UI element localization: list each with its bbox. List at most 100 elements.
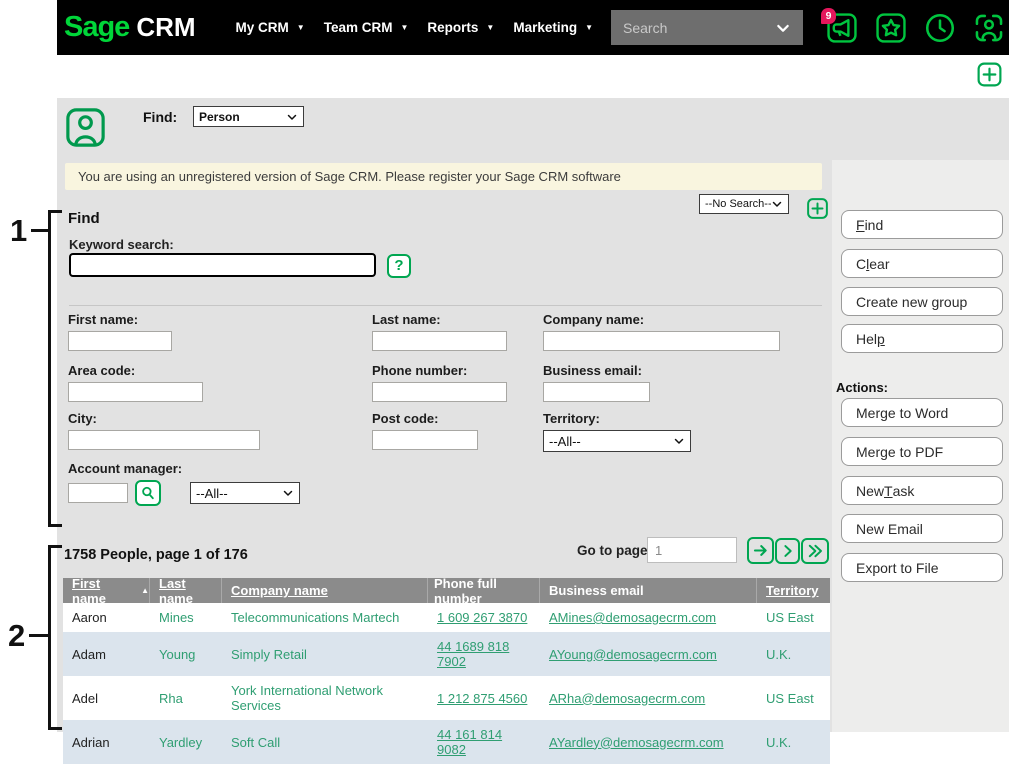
menu-label: Team CRM [324, 20, 393, 35]
column-header-territory[interactable]: Territory [757, 578, 830, 603]
logo-sage-text: Sage [64, 11, 129, 44]
cell-email-link[interactable]: AMines@demosagecrm.com [540, 603, 757, 632]
person-frame-icon[interactable] [972, 11, 1006, 45]
annotation-bracket-2-top [48, 545, 62, 548]
phone-number-field[interactable] [372, 382, 507, 402]
global-search-input[interactable]: Search [611, 10, 803, 45]
column-header-last-name[interactable]: Last name [150, 578, 222, 603]
search-icon[interactable] [135, 480, 161, 506]
find-button[interactable]: Find [841, 210, 1003, 239]
area-code-label: Area code: [68, 363, 203, 378]
sage-crm-logo[interactable]: Sage CRM [64, 11, 196, 44]
column-header-label: Company name [231, 583, 328, 598]
keyword-search-input[interactable] [69, 253, 376, 277]
cell-email-link[interactable]: ARha@demosagecrm.com [540, 684, 757, 713]
account-manager-label: Account manager: [68, 461, 300, 476]
merge-to-word-button[interactable]: Merge to Word [841, 398, 1003, 427]
warning-text: You are using an unregistered version of… [78, 169, 621, 184]
saved-search-select[interactable]: --No Search-- [699, 194, 789, 214]
table-row[interactable]: AdrianYardleySoft Call44 161 814 9082AYa… [63, 720, 830, 764]
annotation-bracket-2-bottom [48, 727, 62, 730]
export-to-file-button[interactable]: Export to File [841, 553, 1003, 582]
menu-my-crm[interactable]: My CRM▼ [236, 14, 305, 41]
help-icon[interactable]: ? [387, 254, 411, 278]
annotation-bracket-1 [48, 210, 51, 527]
menu-reports[interactable]: Reports▼ [427, 14, 494, 41]
table-row[interactable]: AaronMinesTelecommunications Martech1 60… [63, 603, 830, 632]
help-button[interactable]: Help [841, 324, 1003, 353]
main-menu: My CRM▼Team CRM▼Reports▼Marketing▼ [236, 14, 593, 41]
clear-button[interactable]: Clear [841, 249, 1003, 278]
chevron-down-icon [775, 20, 791, 36]
company-name-field[interactable] [543, 331, 780, 351]
column-header-label: Territory [766, 583, 819, 598]
account-manager-select[interactable]: --All-- [190, 482, 300, 504]
divider [69, 305, 822, 306]
cell-last-name: Mines [150, 603, 222, 632]
cell-first-name: Aaron [63, 603, 150, 632]
column-header-label: First name [72, 576, 136, 606]
merge-to-pdf-button[interactable]: Merge to PDF [841, 437, 1003, 466]
person-icon [63, 105, 108, 150]
star-icon[interactable] [874, 11, 908, 45]
chevron-down-icon [286, 111, 298, 123]
city-label: City: [68, 411, 260, 426]
account-manager-field[interactable] [68, 483, 128, 503]
cell-company-name: York International Network Services [222, 676, 428, 720]
results-summary: 1758 People, page 1 of 176 [64, 547, 248, 563]
caret-down-icon: ▼ [486, 24, 494, 32]
annotation-connector-2 [29, 634, 48, 637]
territory-value: --All-- [549, 434, 581, 449]
column-header-label: Phone full number [434, 576, 539, 606]
city-field[interactable] [68, 430, 260, 450]
territory-label: Territory: [543, 411, 691, 426]
caret-down-icon: ▼ [297, 24, 305, 32]
caret-down-icon: ▼ [400, 24, 408, 32]
table-row[interactable]: AdamYoungSimply Retail44 1689 818 7902AY… [63, 632, 830, 676]
post-code-field[interactable] [372, 430, 478, 450]
cell-phone-link[interactable]: 1 212 875 4560 [428, 684, 540, 713]
add-icon[interactable] [975, 60, 1004, 89]
territory-select[interactable]: --All-- [543, 430, 691, 452]
chevron-down-icon [673, 435, 685, 447]
new-task-button[interactable]: New Task [841, 476, 1003, 505]
column-header-company-name[interactable]: Company name [222, 578, 428, 603]
create-new-group-button[interactable]: Create new group [841, 287, 1003, 316]
goto-page-input[interactable] [647, 537, 737, 563]
business-email-field[interactable] [543, 382, 650, 402]
chevron-down-icon [771, 198, 783, 210]
add-saved-search-icon[interactable] [805, 196, 830, 221]
clock-icon[interactable] [923, 11, 957, 45]
last-name-field[interactable] [372, 331, 507, 351]
first-name-field[interactable] [68, 331, 172, 351]
annotation-marker-1: 1 [10, 215, 27, 246]
business-email-label: Business email: [543, 363, 650, 378]
menu-marketing[interactable]: Marketing▼ [513, 14, 593, 41]
first-name-label: First name: [68, 312, 172, 327]
next-page-icon[interactable] [775, 538, 800, 564]
column-header-business-email[interactable]: Business email [540, 578, 757, 603]
main-content-panel: You are using an unregistered version of… [57, 160, 832, 732]
caret-down-icon: ▼ [585, 24, 593, 32]
column-header-label: Business email [549, 583, 644, 598]
top-navigation-bar: Sage CRM My CRM▼Team CRM▼Reports▼Marketi… [57, 0, 1009, 55]
cell-phone-link[interactable]: 1 609 267 3870 [428, 603, 540, 632]
megaphone-icon[interactable]: 9 [825, 11, 859, 45]
cell-company-name: Telecommunications Martech [222, 603, 428, 632]
cell-phone-link[interactable]: 44 1689 818 7902 [428, 632, 540, 676]
company-name-label: Company name: [543, 312, 780, 327]
column-header-phone-full-number[interactable]: Phone full number [428, 578, 540, 603]
area-code-field[interactable] [68, 382, 203, 402]
unregistered-warning-banner: You are using an unregistered version of… [65, 163, 822, 190]
column-header-first-name[interactable]: First name▲ [63, 578, 150, 603]
goto-arrow-icon[interactable] [747, 537, 774, 564]
cell-first-name: Adel [63, 684, 150, 713]
entity-type-select[interactable]: Person [193, 106, 304, 127]
cell-phone-link[interactable]: 44 161 814 9082 [428, 720, 540, 764]
table-row[interactable]: AdelRhaYork International Network Servic… [63, 676, 830, 720]
search-placeholder: Search [623, 20, 775, 36]
menu-team-crm[interactable]: Team CRM ▼ [324, 14, 409, 41]
new-email-button[interactable]: New Email [841, 514, 1003, 543]
cell-email-link[interactable]: AYoung@demosagecrm.com [540, 640, 757, 669]
last-page-icon[interactable] [801, 538, 829, 564]
